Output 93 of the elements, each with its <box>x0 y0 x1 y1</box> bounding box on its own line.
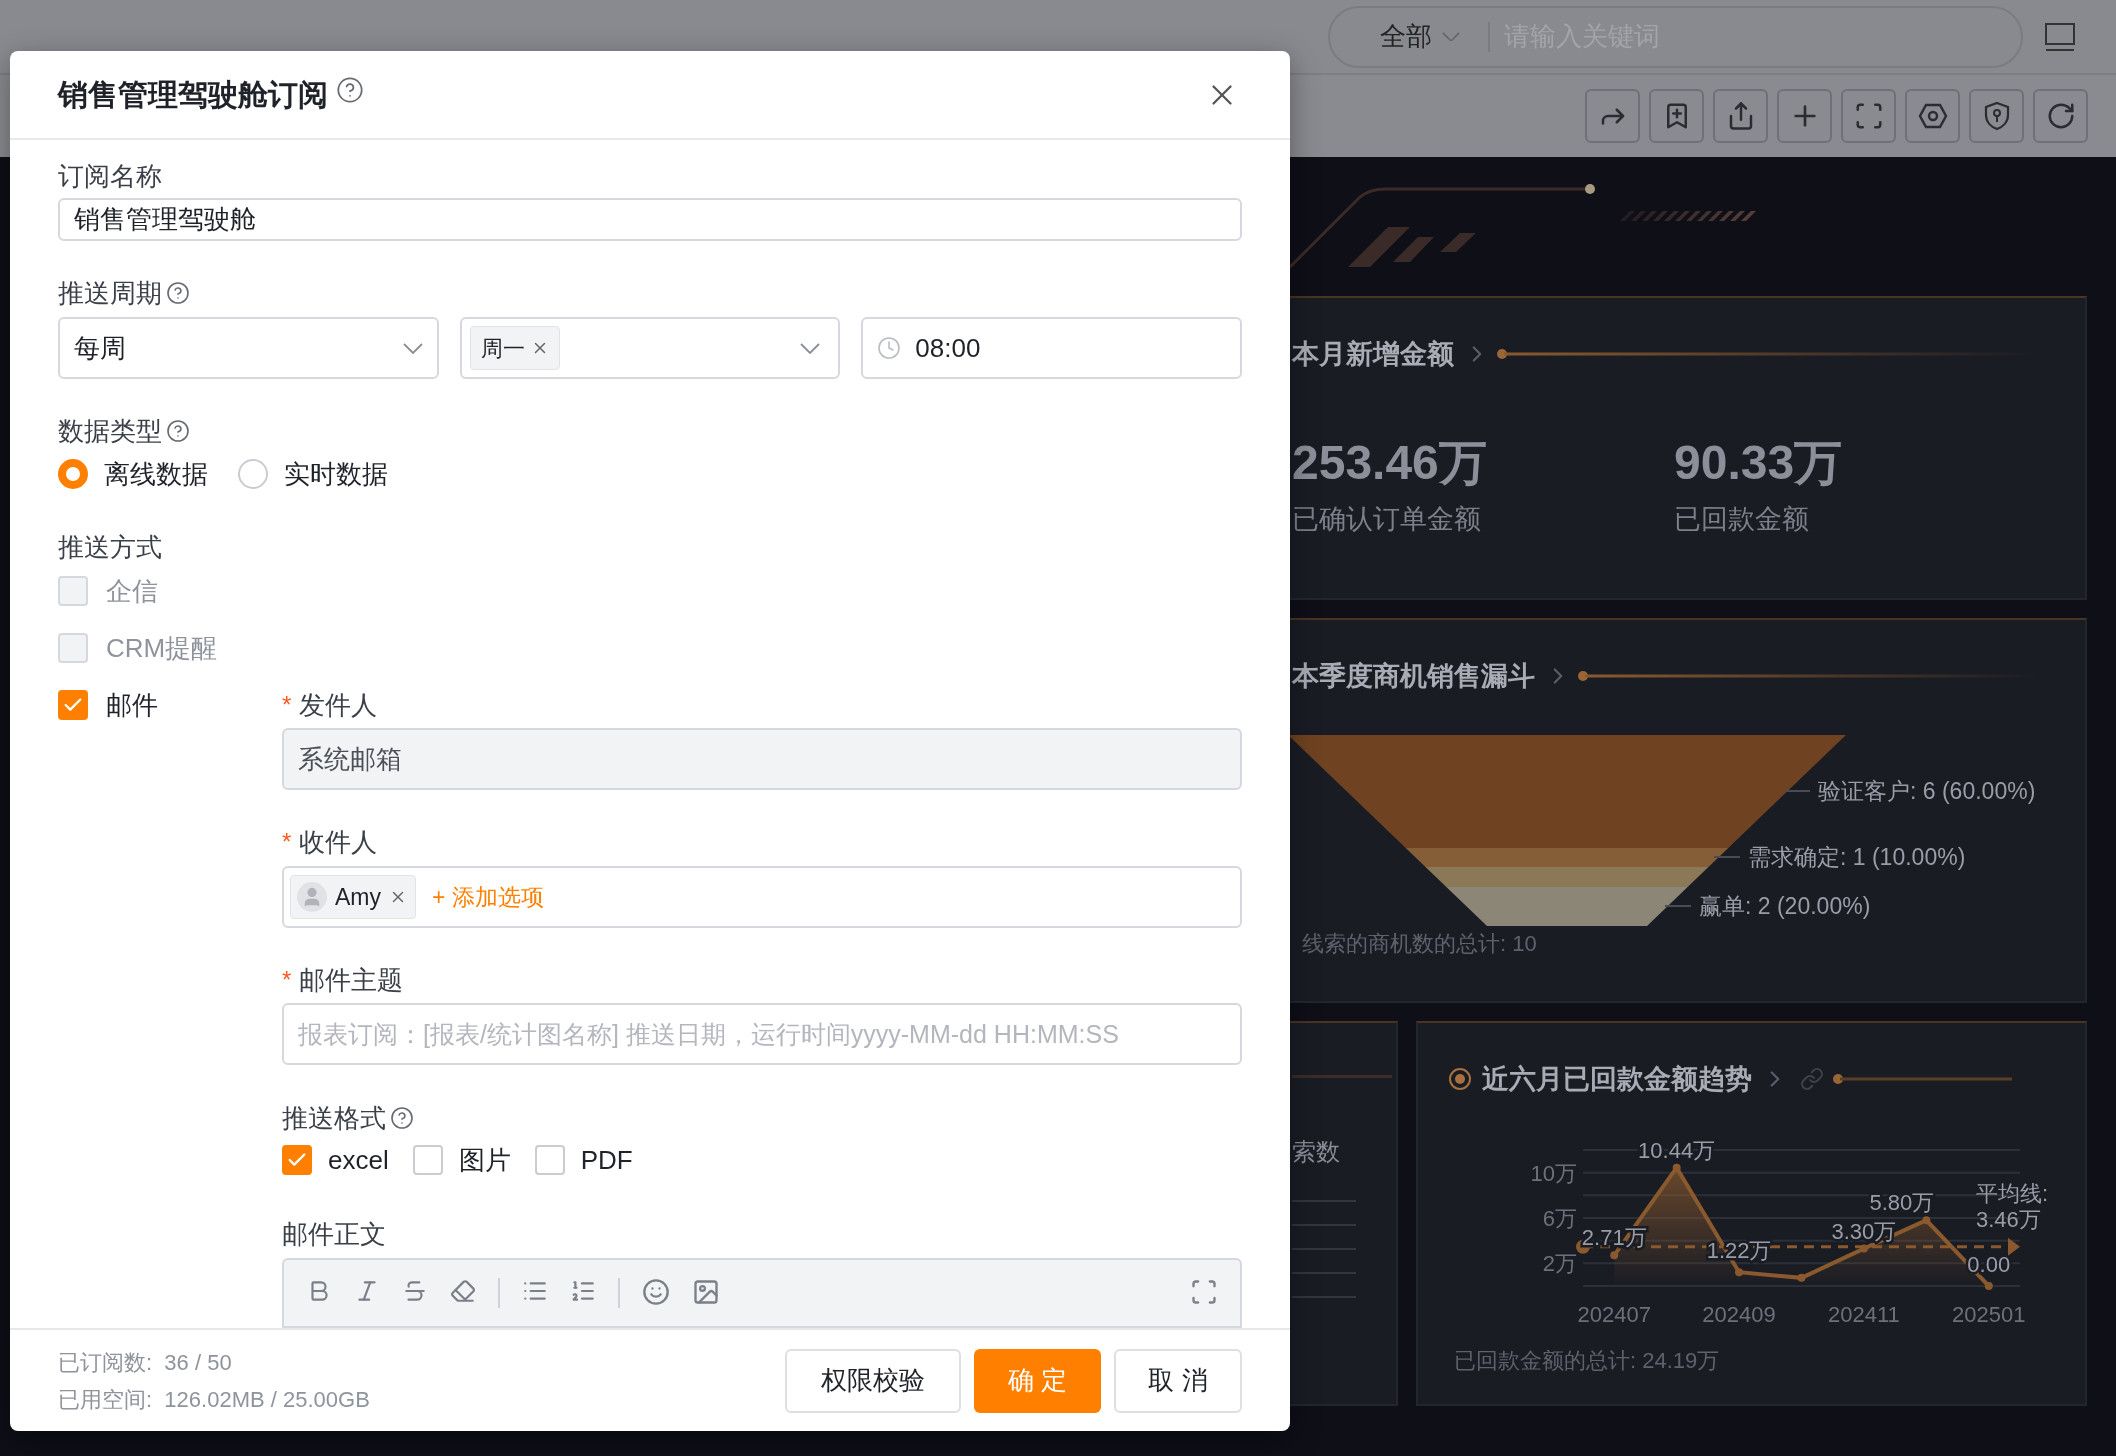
axis-label: 202407 <box>1577 1301 1651 1327</box>
dialog-button[interactable]: 权限校验 <box>785 1348 961 1413</box>
funnel-label: 验证客户: 6 (60.00%) <box>1818 777 2036 804</box>
card-title: 本季度商机销售漏斗 <box>1292 660 1535 693</box>
weekday-tag[interactable]: 周一 <box>469 326 560 370</box>
help-icon[interactable] <box>390 1106 414 1130</box>
metric-label: 已回款金额 <box>1674 502 1810 536</box>
subscription-name-input[interactable]: 销售管理驾驶舱 <box>58 198 1242 241</box>
chevron-down-icon <box>1442 31 1460 42</box>
value-label: 0.00 <box>1967 1251 2011 1277</box>
target-icon <box>1448 1067 1472 1092</box>
card-title: 本月新增金额 <box>1292 338 1454 371</box>
scope-dropdown[interactable]: 全部 <box>1380 17 1460 56</box>
dialog-button[interactable]: 取 消 <box>1114 1348 1242 1413</box>
recipients-input[interactable]: Amy + 添加选项 <box>282 866 1242 928</box>
required-mark: * <box>282 827 292 857</box>
radio[interactable] <box>58 459 88 489</box>
chart-total: 已回款金额的总计: 24.19万 <box>1454 1346 1721 1375</box>
eraser-icon[interactable] <box>450 1278 476 1304</box>
checkbox[interactable] <box>412 1145 443 1175</box>
axis-label: 202409 <box>1702 1301 1776 1327</box>
metric-label: 已确认订单金额 <box>1292 502 1482 536</box>
required-mark: * <box>282 965 292 995</box>
metric-value: 90.33万 <box>1674 434 1844 491</box>
format-label: 图片 <box>458 1143 511 1177</box>
checkbox[interactable] <box>282 1145 312 1175</box>
radio-option[interactable]: 离线数据 <box>58 454 208 494</box>
chevron-down-icon <box>402 342 423 354</box>
chart-label: 索数 <box>1292 1137 1341 1167</box>
image-icon[interactable] <box>692 1278 720 1306</box>
weekday-select[interactable]: 周一 <box>459 317 841 379</box>
checkbox[interactable] <box>534 1145 565 1175</box>
required-mark: * <box>282 690 292 720</box>
hexagon-icon[interactable] <box>1917 101 1948 131</box>
strikethrough-icon[interactable] <box>402 1278 428 1304</box>
data-point <box>1797 1273 1806 1282</box>
axis-label: 6万 <box>1542 1205 1577 1231</box>
axis-label: 202501 <box>1952 1301 2026 1327</box>
method-label: 邮件 <box>106 688 158 722</box>
field-label: 邮件正文 <box>282 1217 386 1251</box>
field-label: 推送方式 <box>58 530 162 564</box>
data-point <box>1984 1281 1993 1290</box>
radio[interactable] <box>238 459 268 489</box>
fullscreen-icon[interactable] <box>1190 1278 1218 1306</box>
axis-label: 10万 <box>1530 1160 1577 1186</box>
data-point <box>1672 1163 1681 1172</box>
value-label: 2.71万 <box>1581 1224 1647 1250</box>
field-label: 推送格式 <box>282 1101 386 1135</box>
usage-stat: 已用空间: 126.02MB / 25.00GB <box>58 1385 370 1414</box>
frequency-select[interactable]: 每周 <box>58 317 439 379</box>
field-label: 订阅名称 <box>58 159 162 193</box>
funnel-total: 线索的商机数的总计: 10 <box>1302 929 1538 958</box>
leader-line <box>1783 789 1811 792</box>
card-title: 近六月已回款金额趋势 <box>1482 1063 1752 1096</box>
checkbox[interactable] <box>58 690 88 720</box>
field-label: 邮件主题 <box>299 963 404 997</box>
funnel-label: 需求确定: 1 (10.00%) <box>1748 843 1966 870</box>
method-label: CRM提醒 <box>106 631 218 665</box>
field-label: 推送周期 <box>58 276 162 310</box>
numbered-list-icon[interactable] <box>570 1278 596 1304</box>
help-icon[interactable] <box>166 419 190 443</box>
data-point <box>1922 1215 1931 1224</box>
value-label: 10.44万 <box>1638 1137 1716 1163</box>
format-label: excel <box>328 1143 389 1177</box>
chevron-down-icon <box>800 342 821 354</box>
format-label: PDF <box>580 1143 633 1177</box>
axis-label: 2万 <box>1542 1250 1577 1276</box>
average-label: 平均线: 3.46万 <box>1976 1180 2050 1233</box>
help-icon[interactable] <box>166 281 190 305</box>
subject-input[interactable]: 报表订阅：[报表/统计图名称] 推送日期，运行时间yyyy-MM-dd HH:MM:SS <box>282 1003 1242 1065</box>
dialog-title: 销售管理驾驶舱订阅 <box>58 77 328 113</box>
value-label: 5.80万 <box>1869 1189 1935 1215</box>
time-input[interactable]: 08:00 <box>861 317 1242 379</box>
leader-line <box>1713 855 1741 858</box>
metric-value: 253.46万 <box>1292 434 1488 491</box>
data-point <box>1610 1250 1619 1259</box>
radio-option[interactable]: 实时数据 <box>238 454 388 494</box>
help-icon[interactable] <box>336 75 364 104</box>
data-point <box>1735 1267 1744 1276</box>
funnel-label: 赢单: 2 (20.00%) <box>1699 892 1871 919</box>
usage-stat: 已订阅数: 36 / 50 <box>58 1348 233 1377</box>
recipient-tag[interactable]: Amy <box>290 875 416 919</box>
field-label: 数据类型 <box>58 414 162 448</box>
clock-icon <box>877 336 902 360</box>
data-point <box>1859 1244 1868 1253</box>
method-label: 企信 <box>106 574 158 608</box>
value-label: 3.30万 <box>1831 1218 1897 1244</box>
leader-line <box>1664 904 1692 907</box>
emoji-icon[interactable] <box>642 1278 670 1306</box>
axis-label: 202411 <box>1828 1301 1900 1327</box>
monitor-icon[interactable] <box>2045 21 2075 52</box>
field-label: 发件人 <box>299 688 378 722</box>
field-label: 收件人 <box>299 825 378 859</box>
